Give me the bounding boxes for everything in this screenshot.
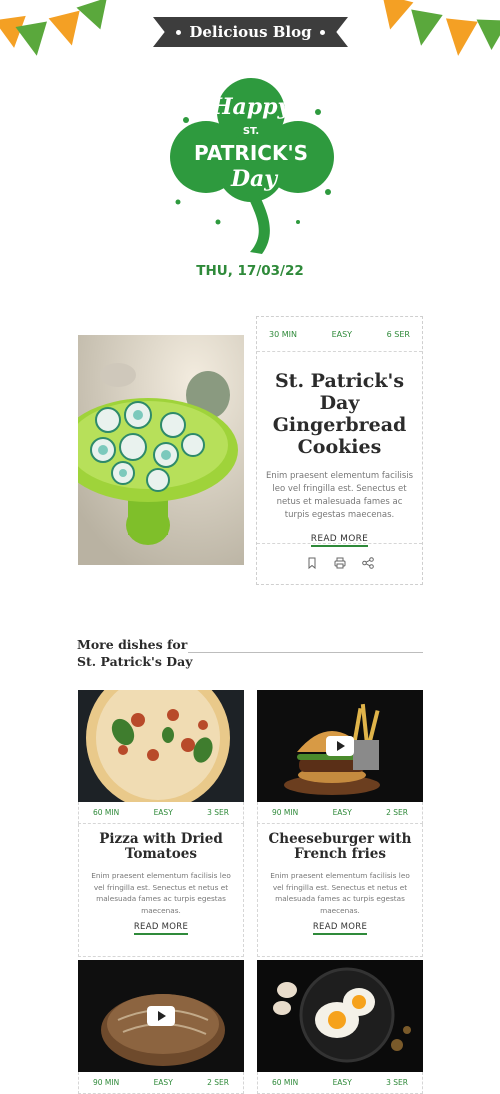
more-dishes-heading: More dishes for St. Patrick's Day (77, 636, 192, 670)
card-read-more-label: READ MORE (133, 922, 189, 935)
card-difficulty: EASY (153, 808, 173, 817)
card-difficulty: EASY (332, 1078, 352, 1087)
card-read-more-label: READ MORE (312, 922, 368, 935)
feature-recipe-image[interactable] (78, 335, 244, 565)
blog-name: Delicious Blog (189, 23, 312, 41)
card-servings: 2 SER (207, 1078, 229, 1087)
card-time: 90 MIN (272, 808, 299, 817)
feature-servings: 6 SER (386, 329, 410, 339)
recipe-card-cheeseburger: 90 MIN EASY 2 SER Cheeseburger with Fren… (257, 690, 423, 957)
card-difficulty: EASY (153, 1078, 173, 1087)
feature-difficulty: EASY (331, 329, 353, 339)
card-meta-row: 90 MIN EASY 2 SER (257, 802, 423, 824)
section-divider (188, 652, 423, 653)
feature-recipe-description: Enim praesent elementum facilisis leo ve… (265, 471, 414, 520)
st-patricks-shamrock-logo: Happy ST. PATRICK'S Day (158, 72, 344, 258)
eggs-image[interactable] (257, 960, 423, 1072)
share-icon[interactable] (361, 555, 375, 574)
banner-dot-left (176, 29, 182, 35)
card-read-more-link[interactable]: READ MORE (83, 922, 239, 935)
logo-text-st: ST. (243, 126, 259, 137)
card-time: 60 MIN (93, 808, 120, 817)
issue-date: THU, 17/03/22 (196, 263, 304, 279)
card-body: Cheeseburger with French fries Enim prae… (257, 824, 423, 957)
card-description: Enim praesent elementum facilisis leo ve… (91, 871, 231, 915)
print-icon[interactable] (333, 555, 347, 574)
more-dishes-heading-line1: More dishes for (77, 637, 188, 652)
card-meta-row: 60 MIN EASY 3 SER (257, 1072, 423, 1094)
card-servings: 3 SER (386, 1078, 408, 1087)
recipe-card-eggs: 60 MIN EASY 3 SER (257, 960, 423, 1094)
card-time: 90 MIN (93, 1078, 120, 1087)
feature-meta-row: 30 MIN EASY 6 SER (257, 317, 422, 352)
card-title[interactable]: Pizza with Dried Tomatoes (83, 832, 239, 862)
pizza-image[interactable] (78, 690, 244, 802)
feature-actions (257, 543, 422, 584)
card-title[interactable]: Cheeseburger with French fries (262, 832, 418, 862)
banner-dot-right (319, 29, 325, 35)
card-description: Enim praesent elementum facilisis leo ve… (270, 871, 410, 915)
feature-recipe-card: 30 MIN EASY 6 SER St. Patrick's Day Ging… (256, 316, 423, 585)
bookmark-icon[interactable] (305, 555, 319, 574)
feature-recipe-title[interactable]: St. Patrick's Day Gingerbread Cookies (257, 370, 422, 458)
card-body: Pizza with Dried Tomatoes Enim praesent … (78, 824, 244, 957)
card-meta-row: 90 MIN EASY 2 SER (78, 1072, 244, 1094)
video-play-icon[interactable] (147, 1006, 175, 1026)
logo-text-happy: Happy (211, 94, 293, 120)
cheeseburger-image[interactable] (257, 690, 423, 802)
more-dishes-heading-line2: St. Patrick's Day (77, 654, 193, 669)
logo-text-patricks: PATRICK'S (194, 141, 308, 165)
card-difficulty: EASY (332, 808, 352, 817)
logo-text-day: Day (230, 166, 279, 192)
card-meta-row: 60 MIN EASY 3 SER (78, 802, 244, 824)
card-time: 60 MIN (272, 1078, 299, 1087)
blog-name-banner[interactable]: Delicious Blog (153, 17, 348, 47)
card-read-more-link[interactable]: READ MORE (262, 922, 418, 935)
video-play-icon[interactable] (326, 736, 354, 756)
card-servings: 2 SER (386, 808, 408, 817)
bread-image[interactable] (78, 960, 244, 1072)
feature-time: 30 MIN (269, 329, 297, 339)
recipe-card-bread: 90 MIN EASY 2 SER (78, 960, 244, 1094)
recipe-card-pizza: 60 MIN EASY 3 SER Pizza with Dried Tomat… (78, 690, 244, 957)
card-servings: 3 SER (207, 808, 229, 817)
